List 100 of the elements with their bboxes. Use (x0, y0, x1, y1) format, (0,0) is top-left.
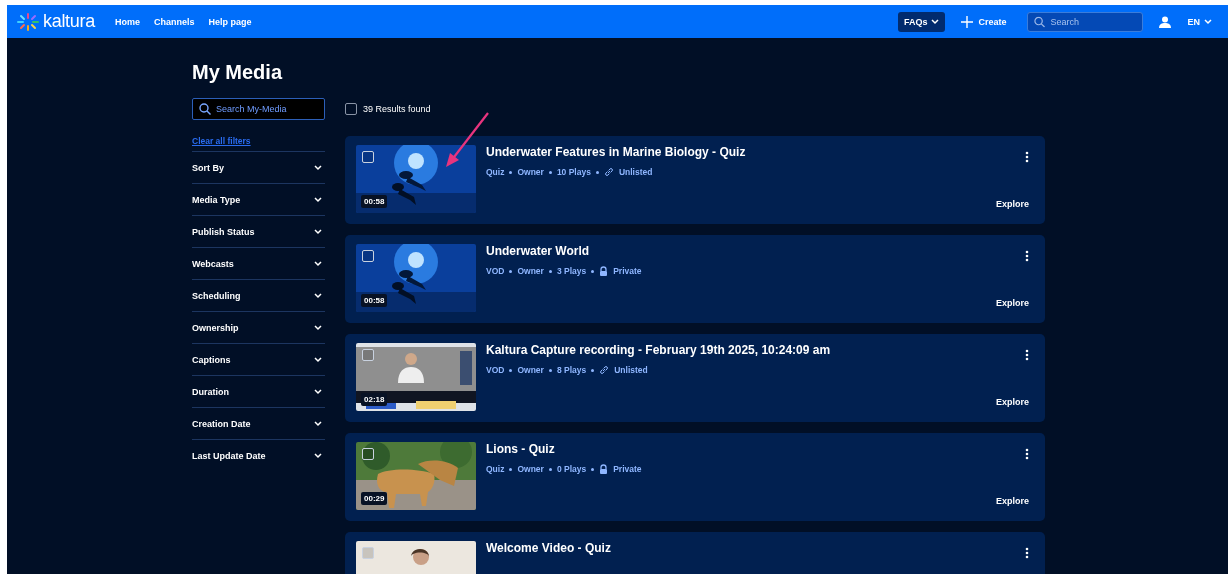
plus-icon (961, 15, 974, 28)
separator-dot (548, 170, 552, 174)
meta-text: Owner (517, 167, 544, 177)
caret-icon (1204, 18, 1212, 25)
chevron-icon (314, 324, 322, 331)
search-field[interactable]: Search (1027, 11, 1144, 32)
separator-dot (509, 269, 513, 273)
explore-button[interactable]: Explore (996, 496, 1029, 506)
meta-text: Owner (517, 464, 544, 474)
meta-text: Owner (517, 266, 544, 276)
chevron-icon (314, 292, 322, 299)
more-options-icon[interactable] (1025, 250, 1029, 262)
more-options-icon[interactable] (1025, 547, 1029, 559)
meta-text: 8 Plays (556, 365, 587, 375)
separator-dot (591, 467, 595, 471)
logo-text[interactable]: kaltura (43, 11, 95, 32)
chevron-icon (314, 228, 322, 235)
media-title[interactable]: Underwater Features in Marine Biology - Quiz (486, 145, 996, 159)
results-count: 39 Results found (363, 104, 431, 114)
media-title[interactable]: Kaltura Capture recording - February 19th 2025, 10:24:09 am (486, 343, 996, 357)
meta-text: 10 Plays (556, 167, 591, 177)
meta-text: Quiz (486, 167, 505, 177)
separator-dot (548, 269, 552, 273)
checkbox[interactable] (362, 448, 374, 460)
duration-label: 00:29 (361, 492, 388, 505)
media-title[interactable]: Lions - Quiz (486, 442, 996, 456)
checkbox[interactable] (362, 349, 374, 361)
search-icon (1034, 16, 1046, 27)
media-card[interactable]: 00:58 Underwater World VOD Owner 3 Plays Private Explore (345, 235, 1045, 323)
filter-dropdown[interactable]: Ownership (192, 311, 325, 343)
separator-dot (548, 368, 552, 372)
search-icon (199, 103, 211, 115)
checkbox[interactable] (362, 151, 374, 163)
filter-dropdown[interactable]: Media Type (192, 183, 325, 215)
filter-dropdown[interactable]: Sort By (192, 151, 325, 183)
filter-dropdown[interactable]: Publish Status (192, 215, 325, 247)
lock-icon (599, 266, 609, 276)
chevron-icon (314, 164, 322, 171)
duration-label: 02:18 (361, 393, 388, 406)
separator-dot (591, 269, 595, 273)
media-card[interactable]: 02:18 Kaltura Capture recording - February 19th 2025, 10:24:09 am VOD Owner 8 Plays Unlisted Explore (345, 334, 1045, 422)
user-icon[interactable] (1159, 15, 1172, 28)
media-card[interactable]: 00:58 Underwater Features in Marine Biology - Quiz Quiz Owner 10 Plays Unlisted Explore (345, 136, 1045, 224)
caret-icon (931, 18, 940, 25)
create-button[interactable]: Create (955, 14, 1013, 29)
duration-label: 00:58 (361, 195, 388, 208)
language-button[interactable]: EN (1181, 15, 1218, 28)
chevron-icon (314, 356, 322, 363)
privacy-label: Unlisted (618, 167, 653, 177)
privacy-label: Private (613, 266, 642, 276)
nav-link[interactable]: Home (114, 16, 140, 27)
chevron-icon (314, 260, 322, 267)
media-title[interactable]: Welcome Video - Quiz (486, 541, 1025, 555)
link-icon (599, 365, 610, 375)
chevron-icon (314, 420, 322, 427)
duration-label: 00:58 (361, 294, 388, 307)
logo-icon (17, 12, 39, 31)
more-options-icon[interactable] (1025, 151, 1029, 163)
chevron-icon (314, 388, 322, 395)
privacy-label: Private (613, 464, 642, 474)
media-card[interactable]: 00:29 Lions - Quiz Quiz Owner 0 Plays Private Explore (345, 433, 1045, 521)
link-icon (603, 167, 614, 177)
separator-dot (591, 368, 595, 372)
filter-dropdown[interactable]: Scheduling (192, 279, 325, 311)
filter-dropdown[interactable]: Webcasts (192, 247, 325, 279)
media-title[interactable]: Underwater World (486, 244, 996, 258)
meta-text: Quiz (486, 464, 505, 474)
chevron-icon (314, 452, 322, 459)
separator-dot (509, 368, 513, 372)
search-field[interactable]: Search My-Media (192, 98, 325, 120)
clear-filters-link[interactable]: Clear all filters (192, 136, 325, 146)
page-title: My Media (192, 60, 284, 85)
checkbox[interactable] (345, 103, 357, 115)
meta-text: Owner (517, 365, 544, 375)
separator-dot (548, 467, 552, 471)
meta-text: VOD (486, 266, 505, 276)
checkbox[interactable] (362, 250, 374, 262)
more-options-icon[interactable] (1025, 349, 1029, 361)
checkbox[interactable] (362, 547, 374, 559)
filter-dropdown[interactable]: Captions (192, 343, 325, 375)
explore-button[interactable]: Explore (996, 298, 1029, 308)
filter-dropdown[interactable]: Duration (192, 375, 325, 407)
meta-text: 3 Plays (556, 266, 587, 276)
separator-dot (509, 467, 513, 471)
media-card[interactable]: Welcome Video - Quiz (345, 532, 1045, 574)
chevron-icon (314, 196, 322, 203)
meta-text: 0 Plays (556, 464, 587, 474)
filter-dropdown[interactable]: Last Update Date (192, 439, 325, 471)
lock-icon (599, 464, 609, 474)
filter-dropdown[interactable]: Creation Date (192, 407, 325, 439)
separator-dot (595, 170, 599, 174)
nav-link[interactable]: Channels (153, 16, 195, 27)
separator-dot (509, 170, 513, 174)
faqs-button[interactable]: FAQs (897, 11, 946, 32)
more-options-icon[interactable] (1025, 448, 1029, 460)
nav-link[interactable]: Help page (208, 16, 252, 27)
privacy-label: Unlisted (614, 365, 648, 375)
explore-button[interactable]: Explore (996, 397, 1029, 407)
explore-button[interactable]: Explore (996, 199, 1029, 209)
meta-text: VOD (486, 365, 505, 375)
